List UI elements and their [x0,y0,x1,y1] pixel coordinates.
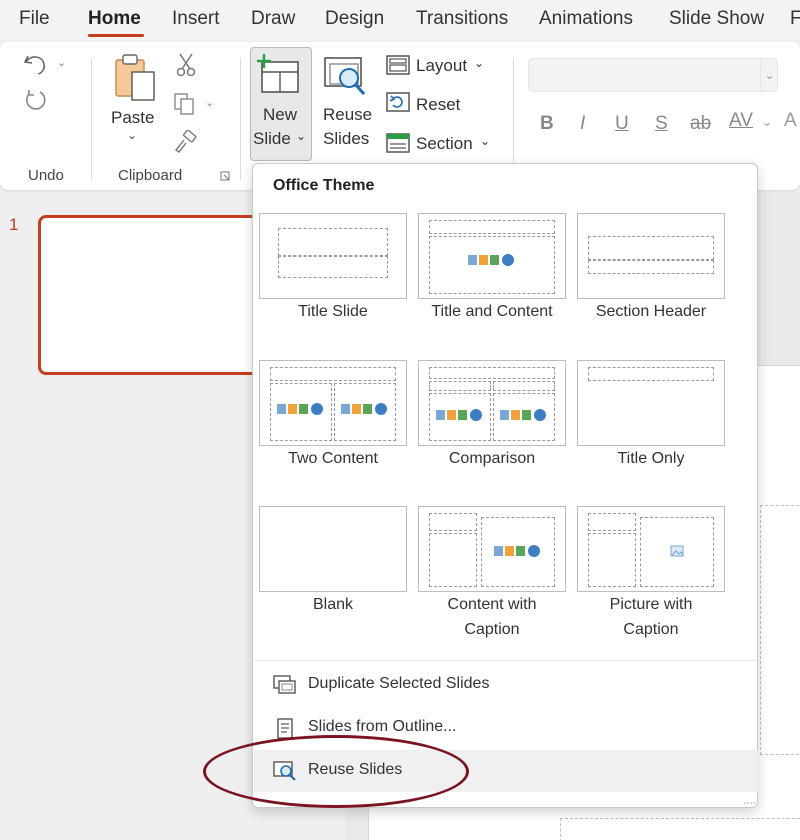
group-divider [513,58,514,180]
new-slide-dropdown-arrow: ⌄ [296,129,307,143]
tab-file[interactable]: File [19,8,50,30]
undo-dropdown-arrow[interactable]: ⌄ [57,56,66,69]
group-divider [91,58,92,180]
subtitle-placeholder[interactable] [560,818,800,840]
layout-comparison-label: Comparison [448,450,536,467]
layout-comparison[interactable] [418,360,566,446]
active-tab-indicator [88,34,144,37]
reuse-slides-label-line1[interactable]: Reuse [323,105,372,125]
content-placeholder-icons [436,409,482,421]
layout-picture-with-caption-label-line2: Caption [623,621,679,638]
underline-button[interactable]: U [615,113,629,135]
slide-number: 1 [9,215,19,234]
section-dropdown-arrow[interactable]: ⌄ [480,134,490,148]
ribbon-tab-bar: File Home Insert Draw Design Transitions… [0,0,800,40]
slides-from-outline-label: Slides from Outline... [308,718,457,735]
layout-blank-label: Blank [312,596,354,613]
tab-design[interactable]: Design [325,8,384,30]
layout-section-header-label: Section Header [595,303,707,320]
layout-two-content[interactable] [259,360,407,446]
undo-group-label: Undo [28,167,64,184]
layout-title-only[interactable] [577,360,725,446]
paste-dropdown-arrow[interactable]: ⌄ [127,128,137,142]
content-placeholder-icons [500,409,546,421]
duplicate-selected-slides-item[interactable]: Duplicate Selected Slides [254,664,758,706]
tab-home[interactable]: Home [88,8,141,30]
layout-dropdown-arrow[interactable]: ⌄ [474,56,484,70]
picture-placeholder-icon [670,545,684,557]
duplicate-slides-icon [273,675,296,694]
layout-blank[interactable] [259,506,407,592]
paste-icon[interactable] [112,52,158,104]
tab-format[interactable]: F [790,8,800,30]
content-placeholder-icons [277,403,323,415]
character-spacing-button[interactable]: AV [729,110,753,132]
italic-button[interactable]: I [580,113,585,135]
font-name-combobox[interactable] [528,58,778,92]
redo-icon[interactable] [22,88,48,114]
slide-thumbnail[interactable] [38,215,278,375]
layout-title-only-label: Title Only [617,450,685,467]
dialog-launcher-icon[interactable] [219,170,231,182]
reuse-slides-label-line2[interactable]: Slides [323,129,369,149]
layout-button[interactable]: Layout [416,56,467,76]
group-divider [240,58,241,180]
layout-icon [386,55,410,75]
cut-icon[interactable] [174,52,198,78]
character-spacing-dropdown-arrow[interactable]: ⌄ [762,115,772,129]
content-placeholder-icons [468,254,514,266]
layout-picture-with-caption[interactable] [577,506,725,592]
layout-title-slide-label: Title Slide [298,303,368,320]
tab-draw[interactable]: Draw [251,8,295,30]
new-slide-icon [257,54,299,93]
layout-content-with-caption-label-line2: Caption [464,621,520,638]
tab-transitions[interactable]: Transitions [416,8,508,30]
change-case-button[interactable]: A [784,110,797,132]
clipboard-group-label: Clipboard [118,167,183,184]
new-slide-label-line1: New [263,105,298,124]
gallery-section-title: Office Theme [273,177,375,194]
layout-content-with-caption[interactable] [418,506,566,592]
strikethrough-button[interactable]: ab [690,113,711,135]
new-slide-gallery: Office Theme Title Slide Title and Conte… [252,163,758,808]
reset-button[interactable]: Reset [416,95,460,115]
gallery-divider [254,660,758,661]
content-placeholder-icons [494,545,540,557]
tab-slide-show[interactable]: Slide Show [669,8,764,30]
reset-icon [386,92,410,112]
layout-title-and-content[interactable] [418,213,566,299]
resize-grip-icon[interactable]: ⣀⣀ [743,794,756,805]
bold-button[interactable]: B [540,113,554,135]
layout-title-slide[interactable] [259,213,407,299]
layout-two-content-label: Two Content [288,450,378,467]
layout-title-and-content-label: Title and Content [431,303,553,320]
undo-icon[interactable] [22,52,48,76]
copy-icon[interactable] [172,92,198,116]
layout-picture-with-caption-label-line1: Picture with [609,596,693,613]
layout-content-with-caption-label-line1: Content with [447,596,537,613]
copy-dropdown-arrow[interactable]: ⌄ [205,96,214,109]
layout-section-header[interactable] [577,213,725,299]
annotation-highlight-ellipse [203,735,469,808]
section-icon [386,133,410,153]
new-slide-label-line2: Slide [253,129,291,148]
format-painter-icon[interactable] [172,130,198,154]
title-placeholder[interactable] [760,505,800,755]
reuse-slides-icon [324,57,366,96]
section-button[interactable]: Section [416,134,473,154]
content-placeholder-icons [341,403,387,415]
tab-insert[interactable]: Insert [172,8,220,30]
duplicate-selected-slides-label: Duplicate Selected Slides [308,675,490,692]
shadow-button[interactable]: S [655,113,668,135]
font-dropdown-arrow[interactable]: ⌄ [760,58,778,92]
paste-label[interactable]: Paste [111,108,154,128]
tab-animations[interactable]: Animations [539,8,633,30]
